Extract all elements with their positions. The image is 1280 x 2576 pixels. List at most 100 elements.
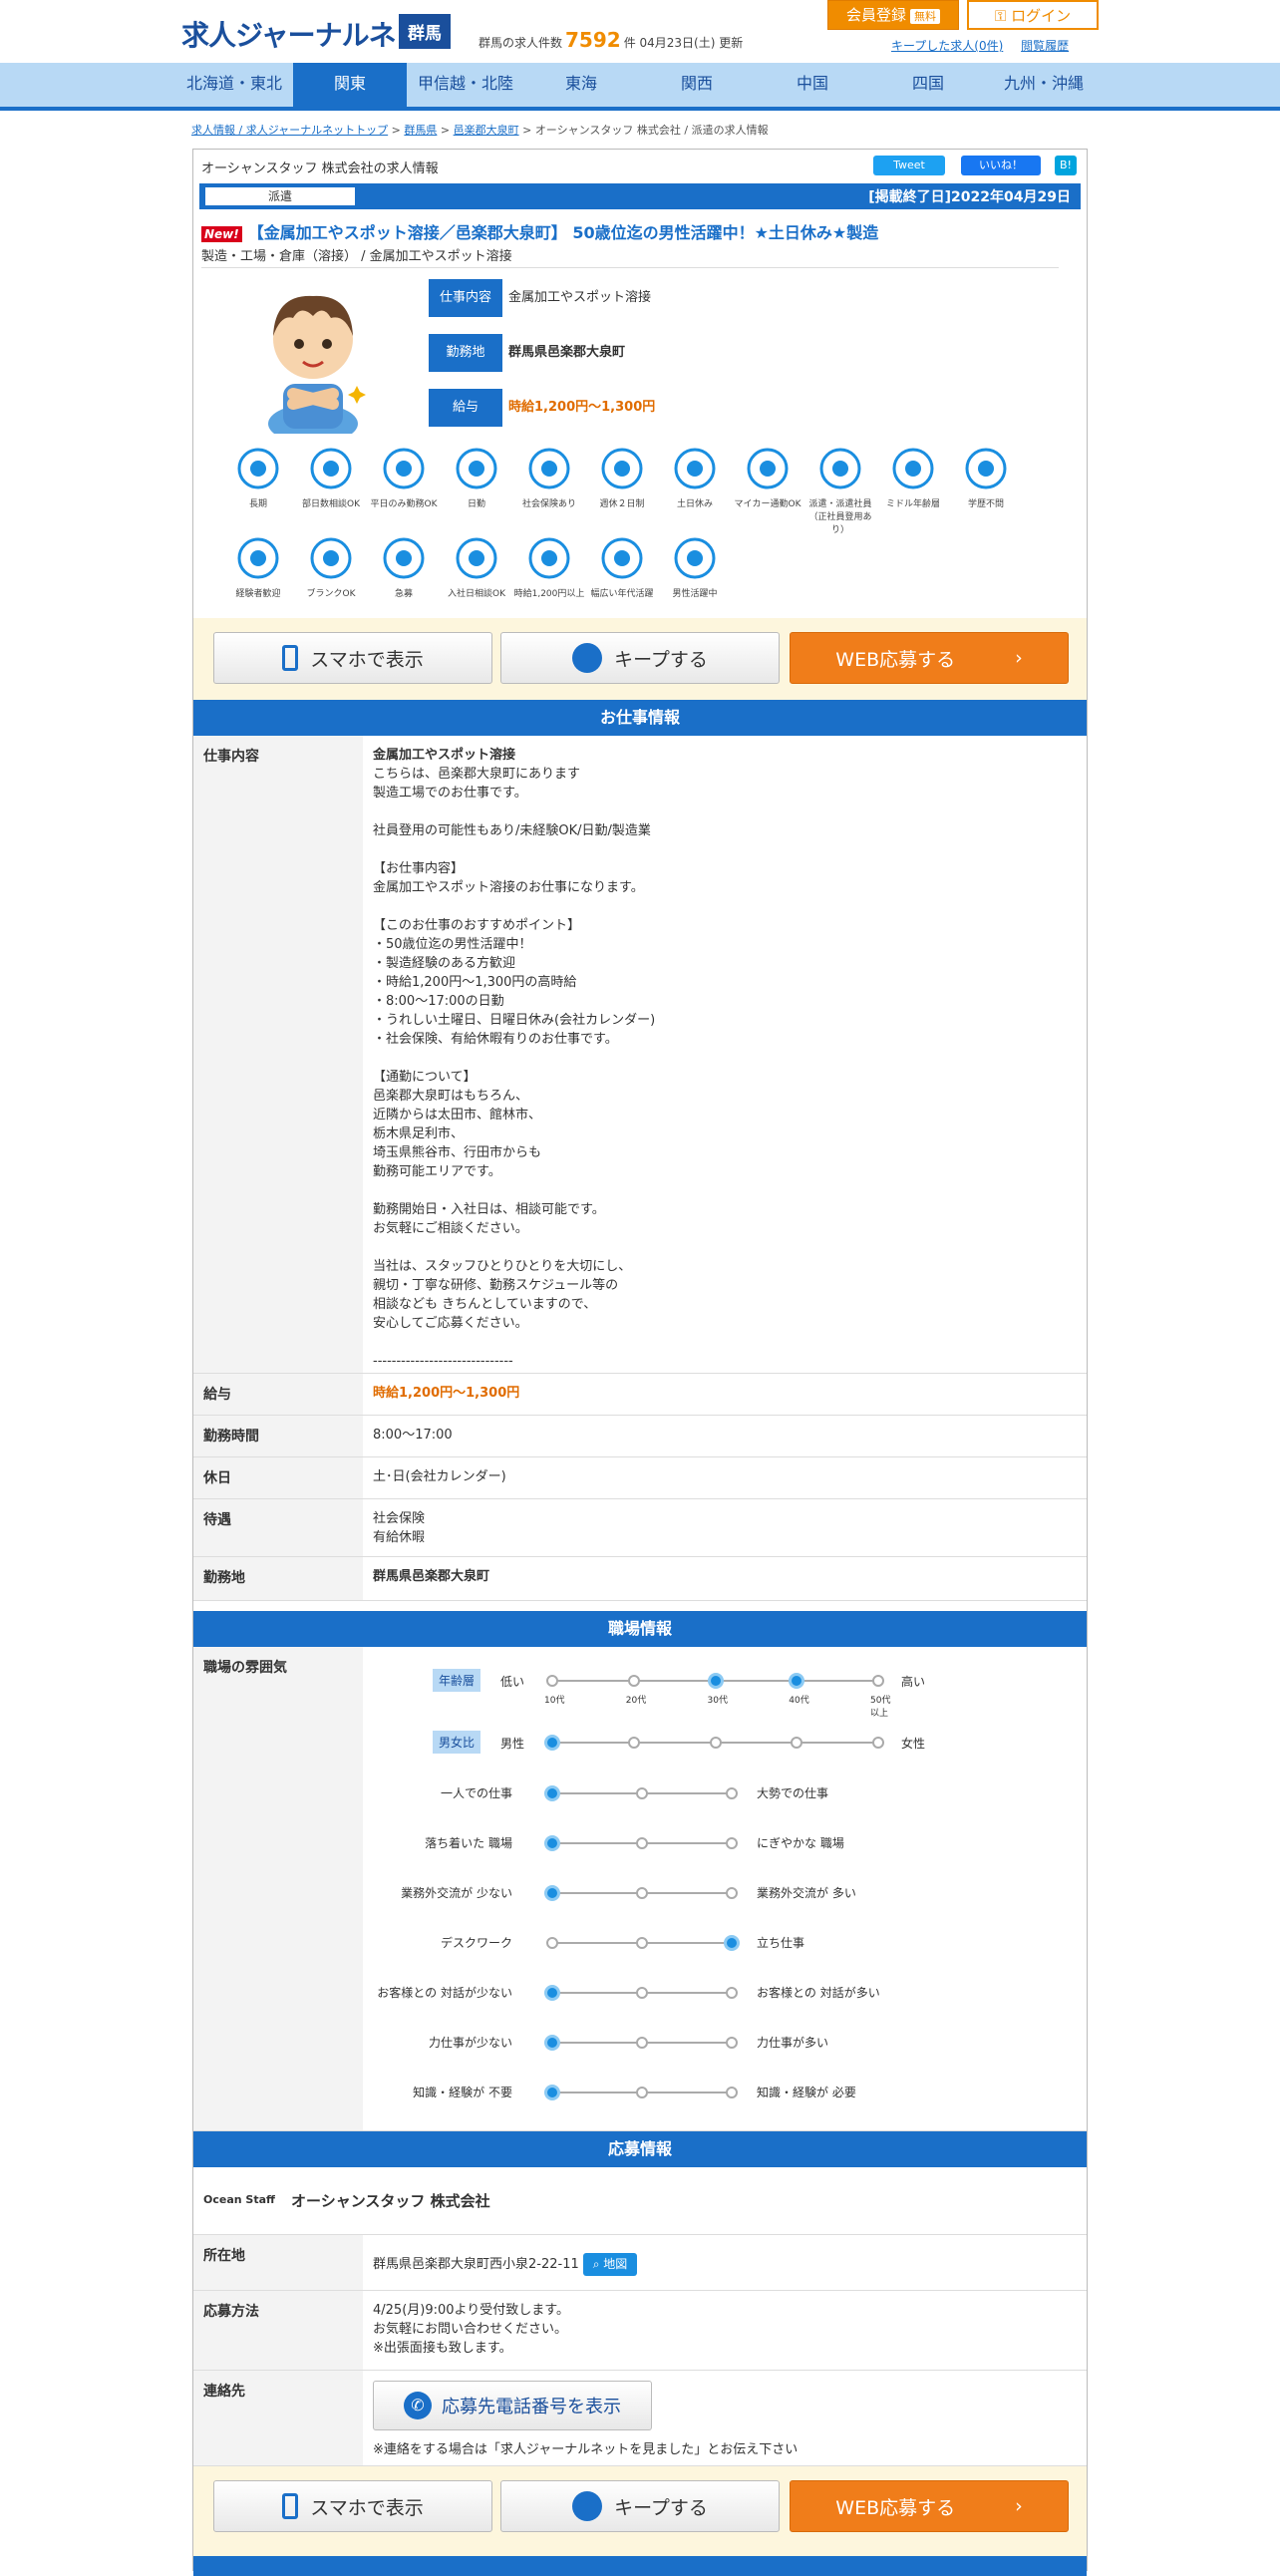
row-label: 待遇 bbox=[193, 1499, 363, 1556]
feature-label: 時給1,200円以上 bbox=[513, 589, 585, 599]
person-icon bbox=[232, 536, 284, 580]
scale-label: お客様との 対話が多い bbox=[757, 1986, 880, 2000]
scale-dot bbox=[636, 1987, 648, 1999]
scale-dot bbox=[789, 1673, 805, 1689]
breadcrumb-link[interactable]: 群馬県 bbox=[404, 124, 437, 137]
work-row: 休日 土･日(会社カレンダー) bbox=[193, 1457, 1087, 1499]
register-button[interactable]: 会員登録 無料 bbox=[827, 0, 959, 30]
feature-label: 経験者歓迎 bbox=[235, 589, 281, 599]
hatena-button[interactable]: B! bbox=[1055, 156, 1077, 175]
scale-dot bbox=[872, 1675, 884, 1687]
car-icon bbox=[742, 447, 794, 490]
header-links: キープした求人(0件) 閲覧履歴 bbox=[877, 37, 1069, 54]
tweet-button[interactable]: Tweet bbox=[873, 156, 945, 175]
scale-dot bbox=[707, 1673, 724, 1689]
row-value: 8:00～17:00 bbox=[373, 1428, 453, 1443]
person-icon bbox=[451, 536, 502, 580]
search-icon: ⌕ bbox=[592, 2257, 604, 2271]
row-label: 職場の雰囲気 bbox=[193, 1647, 363, 2130]
company-title: オーシャンスタッフ 株式会社の求人情報 bbox=[201, 161, 439, 176]
show-phone-button[interactable]: ✆ 応募先電話番号を表示 bbox=[373, 2381, 652, 2430]
nav-item[interactable]: 中国 bbox=[756, 63, 869, 111]
login-button[interactable]: ⚿ ログイン bbox=[967, 0, 1099, 30]
divider bbox=[201, 267, 1059, 268]
scale-slider bbox=[544, 1834, 738, 1852]
feature-label: 長期 bbox=[248, 499, 267, 509]
age-tick: 50代 以上 bbox=[870, 1696, 891, 1719]
scale-dot bbox=[546, 1675, 558, 1687]
scale-dot bbox=[791, 1737, 803, 1749]
scale-dot bbox=[872, 1737, 884, 1749]
nav-item[interactable]: 甲信越・北陸 bbox=[409, 63, 522, 111]
keep-button[interactable]: キープする bbox=[500, 2480, 780, 2532]
person-icon bbox=[814, 447, 866, 490]
scale-label: 大勢での仕事 bbox=[757, 1786, 829, 1800]
scale-dot bbox=[636, 1887, 648, 1899]
history-link[interactable]: 閲覧履歴 bbox=[1021, 39, 1069, 53]
feature-label: ブランクOK bbox=[306, 589, 356, 599]
job-category: 製造・工場・倉庫（溶接） / 金属加工やスポット溶接 bbox=[201, 249, 512, 264]
posting-end-date: [掲載終了日]2022年04月29日 bbox=[868, 189, 1071, 205]
feature-item: 男性活躍中 bbox=[658, 536, 732, 599]
feature-item: 幅広い年代活躍 bbox=[585, 536, 659, 599]
feature-item: 社会保険あり bbox=[512, 447, 586, 509]
row-value: 土･日(会社カレンダー) bbox=[373, 1469, 506, 1484]
person-icon bbox=[887, 447, 939, 490]
gender-badge: 男女比 bbox=[433, 1731, 481, 1754]
apply-company-row: Ocean Staff オーシャンスタッフ 株式会社 bbox=[193, 2167, 1087, 2235]
breadcrumb-link[interactable]: 邑楽郡大泉町 bbox=[454, 124, 519, 137]
row-label: 仕事内容 bbox=[193, 736, 363, 1373]
chevron-right-icon: › bbox=[1015, 647, 1023, 669]
row-label: 勤務時間 bbox=[193, 1416, 363, 1456]
age-tick: 10代 bbox=[544, 1696, 565, 1706]
keep-button[interactable]: キープする bbox=[500, 632, 780, 684]
scale-slider bbox=[544, 1734, 884, 1752]
feature-label: 急募 bbox=[394, 589, 413, 599]
job-type-bar: 派遣 [掲載終了日]2022年04月29日 bbox=[199, 183, 1081, 209]
age-tick: 40代 bbox=[789, 1696, 809, 1706]
age-badge: 年齢層 bbox=[433, 1669, 481, 1692]
nav-item[interactable]: 四国 bbox=[871, 63, 985, 111]
new-badge: New! bbox=[201, 226, 242, 242]
feature-label: 週休２日制 bbox=[599, 499, 645, 509]
kept-jobs-link[interactable]: キープした求人(0件) bbox=[891, 39, 1003, 53]
nav-item[interactable]: 関東 bbox=[293, 63, 407, 111]
nav-item[interactable]: 九州・沖縄 bbox=[987, 63, 1101, 111]
scale-label: 業務外交流が 多い bbox=[757, 1886, 856, 1900]
scale-dot bbox=[726, 1837, 738, 1849]
folder-icon bbox=[572, 2491, 603, 2521]
job-count: 群馬の求人件数 7592 件 04月23日(土) 更新 bbox=[479, 28, 744, 52]
like-button[interactable]: いいね！ bbox=[961, 156, 1041, 175]
web-apply-button[interactable]: WEB応募する › bbox=[790, 632, 1069, 684]
map-button[interactable]: ⌕ 地図 bbox=[582, 2253, 638, 2276]
feature-label: 部日数相談OK bbox=[302, 499, 360, 509]
feature-item: マイカー通勤OK bbox=[731, 447, 804, 509]
phone-view-button[interactable]: スマホで表示 bbox=[213, 632, 492, 684]
nav-item[interactable]: 北海道・東北 bbox=[177, 63, 291, 111]
scale-dot bbox=[636, 1787, 648, 1799]
section-header-apply: 応募情報 bbox=[193, 2131, 1087, 2167]
job-type-tag: 派遣 bbox=[205, 187, 355, 205]
phone-icon: ✆ bbox=[404, 2392, 432, 2419]
row-value: 金属加工やスポット溶接 こちらは、邑楽郡大泉町にあります 製造工場でのお仕事です… bbox=[373, 748, 656, 1369]
breadcrumb-link[interactable]: 求人情報 / 求人ジャーナルネットトップ bbox=[191, 124, 388, 137]
web-apply-button[interactable]: WEB応募する › bbox=[790, 2480, 1069, 2532]
nav-item[interactable]: 関西 bbox=[640, 63, 754, 111]
work-row: 仕事内容 金属加工やスポット溶接 こちらは、邑楽郡大泉町にあります 製造工場での… bbox=[193, 736, 1087, 1374]
smartphone-icon bbox=[282, 645, 299, 671]
prefecture-badge: 群馬 bbox=[399, 14, 451, 49]
phone-view-button[interactable]: スマホで表示 bbox=[213, 2480, 492, 2532]
nav-item[interactable]: 東海 bbox=[524, 63, 638, 111]
person-icon bbox=[669, 536, 721, 580]
scale-label: お客様との 対話が少ない bbox=[377, 1986, 512, 2000]
scale-dot bbox=[546, 1937, 558, 1949]
scale-slider bbox=[544, 1884, 738, 1902]
document-icon bbox=[960, 447, 1012, 490]
workplace-row: 職場の雰囲気 年齢層 低い 高い 10代 20代 30代 40代 50代 以上 男女比 男性 女性一… bbox=[193, 1647, 1087, 2131]
row-value: 社会保険 有給休暇 bbox=[373, 1511, 426, 1545]
scale-label: 力仕事が多い bbox=[757, 2036, 829, 2050]
feature-item: 長期 bbox=[221, 447, 295, 509]
scale-dot bbox=[544, 1785, 560, 1801]
scale-dot bbox=[544, 1885, 560, 1901]
row-label: 休日 bbox=[193, 1457, 363, 1498]
